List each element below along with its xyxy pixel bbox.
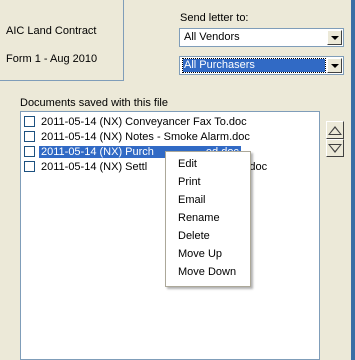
recipient-2-dropdown[interactable]: All Purchasers [179,56,344,75]
menu-item-move-down[interactable]: Move Down [178,265,236,280]
move-down-button[interactable] [326,139,344,157]
list-item[interactable]: 2011-05-14 (NX) Notes - Smoke Alarm.doc [24,130,252,144]
contract-name: AIC Land Contract [6,25,97,37]
menu-item-rename[interactable]: Rename [178,211,220,226]
triangle-down-icon [328,143,342,153]
document-checkbox[interactable] [24,130,35,142]
list-item[interactable]: 2011-05-14 (NX) Conveyancer Fax To.doc [24,115,249,129]
recipient-1-dropdown[interactable]: All Vendors [179,28,344,47]
document-checkbox[interactable] [24,160,35,172]
move-up-button[interactable] [326,121,344,139]
menu-item-delete[interactable]: Delete [178,229,210,244]
menu-item-edit[interactable]: Edit [178,157,197,172]
chevron-down-icon[interactable] [327,30,342,45]
window-edge [351,0,355,360]
document-label: 2011-05-14 (NX) Conveyancer Fax To.doc [41,116,247,128]
recipient-2-value: All Purchasers [182,58,326,73]
form-name: Form 1 - Aug 2010 [6,53,98,65]
send-letter-label: Send letter to: [180,12,249,24]
context-menu: Edit Print Email Rename Delete Move Up M… [165,151,251,287]
menu-item-move-up[interactable]: Move Up [178,247,222,262]
document-checkbox[interactable] [24,115,35,127]
recipient-1-value: All Vendors [184,31,240,43]
contract-panel: AIC Land Contract Form 1 - Aug 2010 [0,0,124,81]
triangle-up-icon [328,125,342,135]
document-checkbox[interactable] [24,145,35,157]
menu-item-print[interactable]: Print [178,175,201,190]
chevron-down-icon[interactable] [327,58,342,73]
document-label: 2011-05-14 (NX) Notes - Smoke Alarm.doc [41,131,250,143]
documents-label: Documents saved with this file [20,97,168,109]
menu-item-email[interactable]: Email [178,193,206,208]
